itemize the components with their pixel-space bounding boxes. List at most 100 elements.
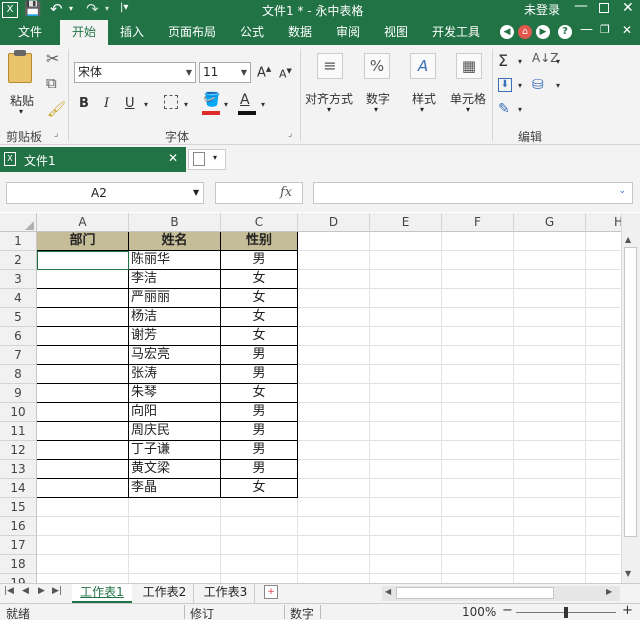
font-name-select[interactable]: 宋体 ▼	[74, 62, 196, 83]
vertical-scrollbar[interactable]: ▲ ▼	[621, 213, 640, 583]
empty-cell[interactable]	[514, 441, 586, 460]
empty-cell[interactable]	[298, 403, 370, 422]
empty-cell[interactable]	[514, 460, 586, 479]
empty-cell[interactable]	[586, 308, 625, 327]
empty-cell[interactable]	[370, 308, 442, 327]
empty-cell[interactable]	[514, 555, 586, 574]
redo-icon[interactable]: ↷	[86, 0, 99, 18]
row-header[interactable]: 19	[0, 574, 37, 583]
empty-cell[interactable]	[442, 403, 514, 422]
column-header-h[interactable]: H	[586, 213, 625, 232]
empty-cell[interactable]	[586, 365, 625, 384]
ribbon-minimize-button[interactable]: —	[580, 22, 593, 37]
empty-cell[interactable]	[298, 308, 370, 327]
clear-dropdown-icon[interactable]: ▾	[518, 105, 522, 114]
table-cell[interactable]	[37, 460, 129, 479]
empty-cell[interactable]	[442, 251, 514, 270]
empty-cell[interactable]	[370, 384, 442, 403]
table-cell[interactable]	[37, 384, 129, 403]
empty-cell[interactable]	[442, 574, 514, 583]
tab-review[interactable]: 审阅	[328, 20, 368, 45]
empty-cell[interactable]	[298, 460, 370, 479]
empty-cell[interactable]	[586, 441, 625, 460]
font-launcher-icon[interactable]: ⌟	[288, 129, 292, 139]
table-cell[interactable]: 男	[221, 365, 298, 384]
table-cell[interactable]	[37, 403, 129, 422]
table-cell[interactable]: 男	[221, 346, 298, 365]
fill-dropdown-icon[interactable]: ▾	[224, 100, 228, 109]
empty-cell[interactable]	[129, 498, 221, 517]
empty-cell[interactable]	[586, 517, 625, 536]
tab-view[interactable]: 视图	[376, 20, 416, 45]
empty-cell[interactable]	[586, 536, 625, 555]
format-painter-icon[interactable]: 🖌	[47, 100, 66, 118]
tab-home[interactable]: 开始	[60, 20, 108, 45]
empty-cell[interactable]	[514, 498, 586, 517]
empty-cell[interactable]	[586, 327, 625, 346]
previous-icon[interactable]: ◀	[500, 25, 514, 39]
table-cell[interactable]: 谢芳	[129, 327, 221, 346]
italic-icon[interactable]: I	[104, 96, 109, 111]
table-cell[interactable]: 朱琴	[129, 384, 221, 403]
empty-cell[interactable]	[221, 517, 298, 536]
sheet-tab-2[interactable]: 工作表2	[136, 584, 194, 603]
sort-filter-icon[interactable]: A↓Z	[532, 51, 558, 65]
empty-cell[interactable]	[514, 232, 586, 251]
fill-color-icon[interactable]: 🪣	[203, 92, 220, 108]
next-sheet-icon[interactable]: ▶	[38, 586, 45, 596]
table-cell[interactable]	[37, 289, 129, 308]
sort-dropdown-icon[interactable]: ▾	[556, 57, 560, 66]
spreadsheet-grid[interactable]: A B C D E F G H 1 部门 姓名 性别 2 陈丽华男 3 李洁女 4 严丽丽女 5 杨洁…	[0, 213, 625, 583]
table-cell[interactable]	[37, 346, 129, 365]
row-header[interactable]: 4	[0, 289, 37, 308]
empty-cell[interactable]	[37, 574, 129, 583]
autosum-dropdown-icon[interactable]: ▾	[518, 57, 522, 66]
table-cell[interactable]: 丁子谦	[129, 441, 221, 460]
row-header[interactable]: 15	[0, 498, 37, 517]
row-header[interactable]: 6	[0, 327, 37, 346]
empty-cell[interactable]	[370, 422, 442, 441]
table-header-cell[interactable]: 姓名	[129, 232, 221, 251]
empty-cell[interactable]	[514, 346, 586, 365]
tab-data[interactable]: 数据	[280, 20, 320, 45]
doc-close-button[interactable]: ✕	[622, 23, 632, 37]
zoom-out-button[interactable]: −	[502, 603, 513, 618]
shrink-font-icon[interactable]: A▼	[279, 67, 292, 81]
empty-cell[interactable]	[586, 289, 625, 308]
zoom-slider-thumb[interactable]	[564, 607, 568, 618]
empty-cell[interactable]	[370, 232, 442, 251]
column-header-d[interactable]: D	[298, 213, 370, 232]
status-revision[interactable]: 修订	[190, 605, 214, 622]
row-header[interactable]: 18	[0, 555, 37, 574]
empty-cell[interactable]	[37, 498, 129, 517]
border-icon[interactable]	[164, 95, 178, 109]
empty-cell[interactable]	[442, 536, 514, 555]
empty-cell[interactable]	[298, 251, 370, 270]
new-document-button[interactable]: ▾	[188, 149, 226, 170]
table-cell[interactable]	[37, 327, 129, 346]
empty-cell[interactable]	[221, 498, 298, 517]
doc-tab-file1[interactable]: X 文件1 ✕	[0, 147, 186, 172]
bold-icon[interactable]: B	[79, 96, 89, 111]
function-wizard[interactable]: fx	[215, 182, 303, 204]
empty-cell[interactable]	[370, 346, 442, 365]
first-sheet-icon[interactable]: |◀	[4, 586, 14, 596]
empty-cell[interactable]	[586, 251, 625, 270]
empty-cell[interactable]	[514, 536, 586, 555]
table-cell[interactable]: 马宏亮	[129, 346, 221, 365]
zoom-level[interactable]: 100%	[462, 605, 496, 619]
cell-format-button[interactable]: ▦ 单元格 ▾	[450, 49, 490, 124]
table-cell[interactable]: 女	[221, 327, 298, 346]
empty-cell[interactable]	[514, 479, 586, 498]
empty-cell[interactable]	[514, 270, 586, 289]
empty-cell[interactable]	[298, 441, 370, 460]
empty-cell[interactable]	[37, 555, 129, 574]
style-button[interactable]: A 样式 ▾	[408, 49, 440, 124]
empty-cell[interactable]	[586, 346, 625, 365]
table-cell[interactable]: 李晶	[129, 479, 221, 498]
column-header-a[interactable]: A	[37, 213, 129, 232]
column-header-c[interactable]: C	[221, 213, 298, 232]
empty-cell[interactable]	[221, 536, 298, 555]
empty-cell[interactable]	[37, 517, 129, 536]
formula-input[interactable]: ⌄	[313, 182, 633, 204]
